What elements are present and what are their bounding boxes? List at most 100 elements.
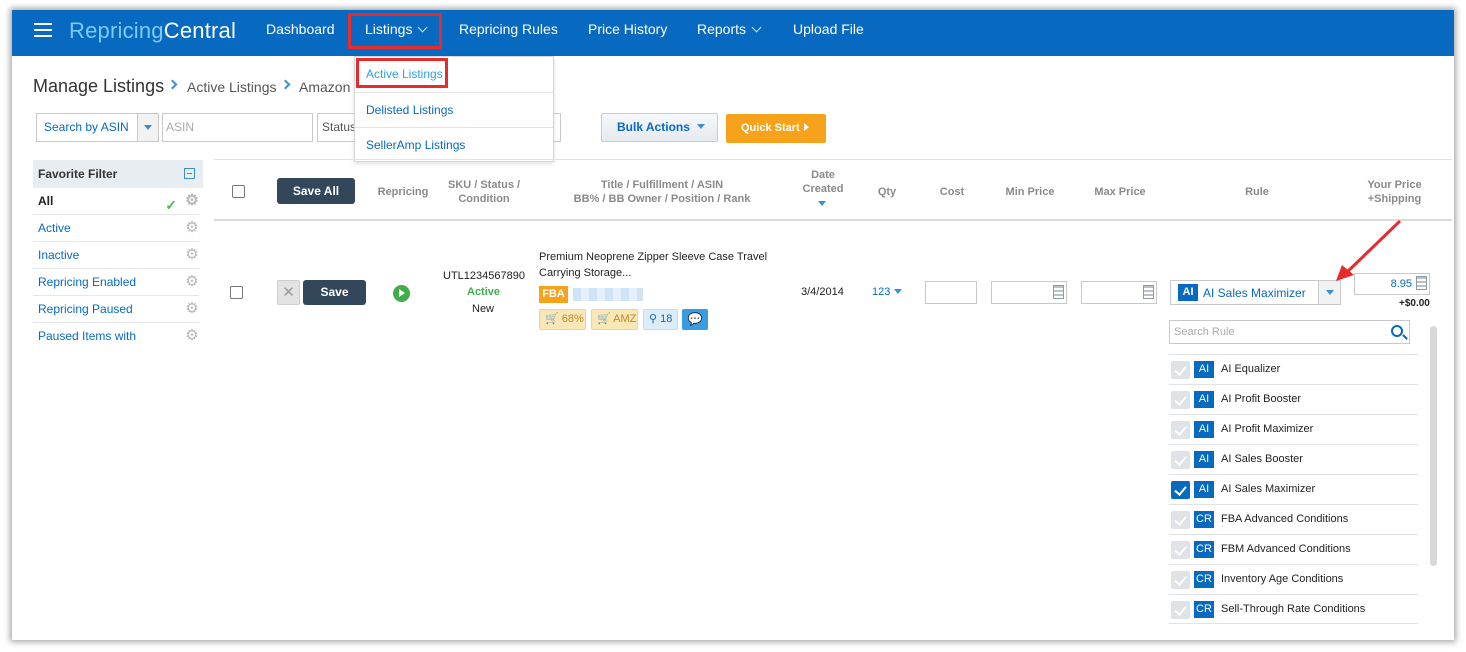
cost-input[interactable] (925, 281, 977, 304)
bb-owner: AMZ (613, 313, 637, 325)
rule-option[interactable]: AI AI Profit Maximizer (1169, 414, 1418, 444)
search-by-select[interactable]: Search by ASIN (36, 113, 159, 142)
calculator-icon[interactable] (1143, 285, 1154, 299)
app-window: RepricingCentral Dashboard Listings Repr… (12, 10, 1454, 640)
highlight-box-active-listings (356, 58, 448, 88)
calculator-icon[interactable] (1053, 285, 1064, 299)
favorite-filter-title: Favorite Filter (38, 167, 118, 181)
nav-repricing-rules[interactable]: Repricing Rules (459, 21, 558, 37)
rule-option[interactable]: CR Sell-Through Rate Conditions (1169, 594, 1418, 624)
rule-option[interactable]: AI AI Profit Booster (1169, 384, 1418, 414)
app-logo[interactable]: RepricingCentral (69, 18, 236, 44)
favorite-item-repricing-enabled[interactable]: Repricing Enabled ⚙ (33, 269, 199, 296)
nav-price-history[interactable]: Price History (588, 21, 667, 37)
th-date-line2: Created (802, 183, 844, 195)
favorite-filter-header: Favorite Filter (33, 160, 203, 188)
rule-selected-label: AI Sales Maximizer (1203, 286, 1306, 300)
rule-checkbox[interactable] (1171, 361, 1190, 379)
rule-option-label: Inventory Age Conditions (1221, 573, 1344, 585)
rule-type-badge: CR (1194, 541, 1214, 558)
rule-checkbox[interactable] (1171, 391, 1190, 409)
sort-desc-icon[interactable] (818, 201, 826, 206)
search-icon[interactable] (1391, 325, 1403, 337)
favorite-item-active[interactable]: Active ⚙ (33, 215, 199, 242)
collapse-icon[interactable] (184, 168, 195, 179)
ai-badge: AI (1178, 284, 1198, 301)
th-max-price: Max Price (1094, 186, 1146, 198)
dropdown-delisted-listings[interactable]: Delisted Listings (355, 92, 553, 127)
rule-select[interactable]: AI AI Sales Maximizer (1170, 280, 1341, 305)
nav-upload-file[interactable]: Upload File (793, 21, 864, 37)
min-price-input[interactable] (991, 281, 1067, 304)
th-sku-status: SKU / Status / Condition (437, 178, 531, 206)
asin-input[interactable]: ASIN (162, 113, 313, 142)
row-checkbox[interactable] (230, 286, 243, 299)
product-title-line2[interactable]: Carrying Storage... (539, 267, 631, 279)
position-value: 18 (660, 313, 673, 325)
table-top-border (214, 159, 1452, 160)
rule-option[interactable]: AI AI Sales Booster (1169, 444, 1418, 474)
bulk-actions-label: Bulk Actions (617, 120, 690, 134)
search-rule-input[interactable]: Search Rule (1169, 320, 1410, 344)
hamburger-menu-icon[interactable] (34, 23, 52, 37)
save-button[interactable]: Save (303, 280, 366, 305)
th-your-price: Your Price +Shipping (1357, 178, 1432, 206)
bulk-actions-button[interactable]: Bulk Actions (601, 113, 718, 142)
calculator-icon[interactable] (1416, 276, 1427, 290)
rule-list-scrollbar[interactable] (1430, 326, 1437, 566)
rule-checkbox[interactable] (1171, 511, 1190, 529)
rule-checkbox[interactable] (1171, 421, 1190, 439)
nav-reports[interactable]: Reports (697, 21, 762, 37)
breadcrumb-amazon[interactable]: Amazon (299, 79, 350, 95)
rule-checkbox[interactable] (1171, 541, 1190, 559)
annotation-arrow-icon (1336, 219, 1402, 281)
dropdown-selleramp-listings[interactable]: SellerAmp Listings (355, 127, 553, 162)
favorite-item-paused-items[interactable]: Paused Items with ⚙ (33, 323, 199, 350)
max-price-input[interactable] (1081, 281, 1157, 304)
select-all-checkbox[interactable] (232, 185, 245, 198)
rule-option[interactable]: CR Inventory Age Conditions (1169, 564, 1418, 594)
quick-start-label: Quick Start (741, 122, 800, 134)
gear-icon[interactable]: ⚙ (185, 193, 199, 208)
gear-icon[interactable]: ⚙ (185, 220, 199, 235)
save-all-button[interactable]: Save All (277, 178, 355, 204)
chat-icon[interactable]: 💬 (682, 309, 708, 330)
rule-checkbox[interactable] (1171, 601, 1190, 619)
rule-checkbox[interactable] (1171, 451, 1190, 469)
qty-link[interactable]: 123 (872, 286, 903, 298)
table-header-border (214, 219, 1452, 221)
th-min-price: Min Price (1005, 186, 1055, 198)
rule-checkbox-checked[interactable] (1171, 481, 1190, 499)
rule-option-label: FBA Advanced Conditions (1221, 513, 1349, 525)
buybox-percent-tag: 🛒 68% (539, 309, 586, 330)
condition-value: New (472, 303, 495, 315)
gear-icon[interactable]: ⚙ (185, 328, 199, 343)
rule-checkbox[interactable] (1171, 571, 1190, 589)
gear-icon[interactable]: ⚙ (185, 247, 199, 262)
favorite-item-label: Repricing Paused (38, 302, 133, 316)
th-date-created[interactable]: Date Created (792, 168, 854, 196)
favorite-item-all[interactable]: All ✓ ⚙ (33, 188, 199, 215)
gear-icon[interactable]: ⚙ (185, 301, 199, 316)
cancel-button[interactable]: ✕ (277, 280, 300, 305)
repricing-active-icon[interactable] (393, 285, 410, 302)
th-repricing: Repricing (377, 186, 429, 198)
buybox-owner-tag: 🛒 AMZ (591, 309, 638, 330)
favorite-item-inactive[interactable]: Inactive ⚙ (33, 242, 199, 269)
rule-option-selected[interactable]: AI AI Sales Maximizer (1169, 474, 1418, 504)
favorite-item-repricing-paused[interactable]: Repricing Paused ⚙ (33, 296, 199, 323)
rule-option[interactable]: CR FBM Advanced Conditions (1169, 534, 1418, 564)
product-title-line1[interactable]: Premium Neoprene Zipper Sleeve Case Trav… (539, 251, 767, 263)
breadcrumb-active-listings[interactable]: Active Listings (187, 79, 276, 95)
rule-option[interactable]: AI AI Equalizer (1169, 354, 1418, 384)
nav-dashboard[interactable]: Dashboard (266, 21, 335, 37)
quick-start-button[interactable]: Quick Start (726, 114, 826, 143)
chevron-down-icon (751, 22, 762, 33)
rule-option[interactable]: CR FBA Advanced Conditions (1169, 504, 1418, 534)
rule-type-badge: AI (1194, 421, 1214, 438)
th-price-line1: Your Price (1367, 179, 1422, 191)
rule-type-badge: CR (1194, 511, 1214, 528)
top-navigation: RepricingCentral Dashboard Listings Repr… (12, 10, 1454, 56)
gear-icon[interactable]: ⚙ (185, 274, 199, 289)
dropdown-toggle[interactable] (137, 114, 158, 141)
